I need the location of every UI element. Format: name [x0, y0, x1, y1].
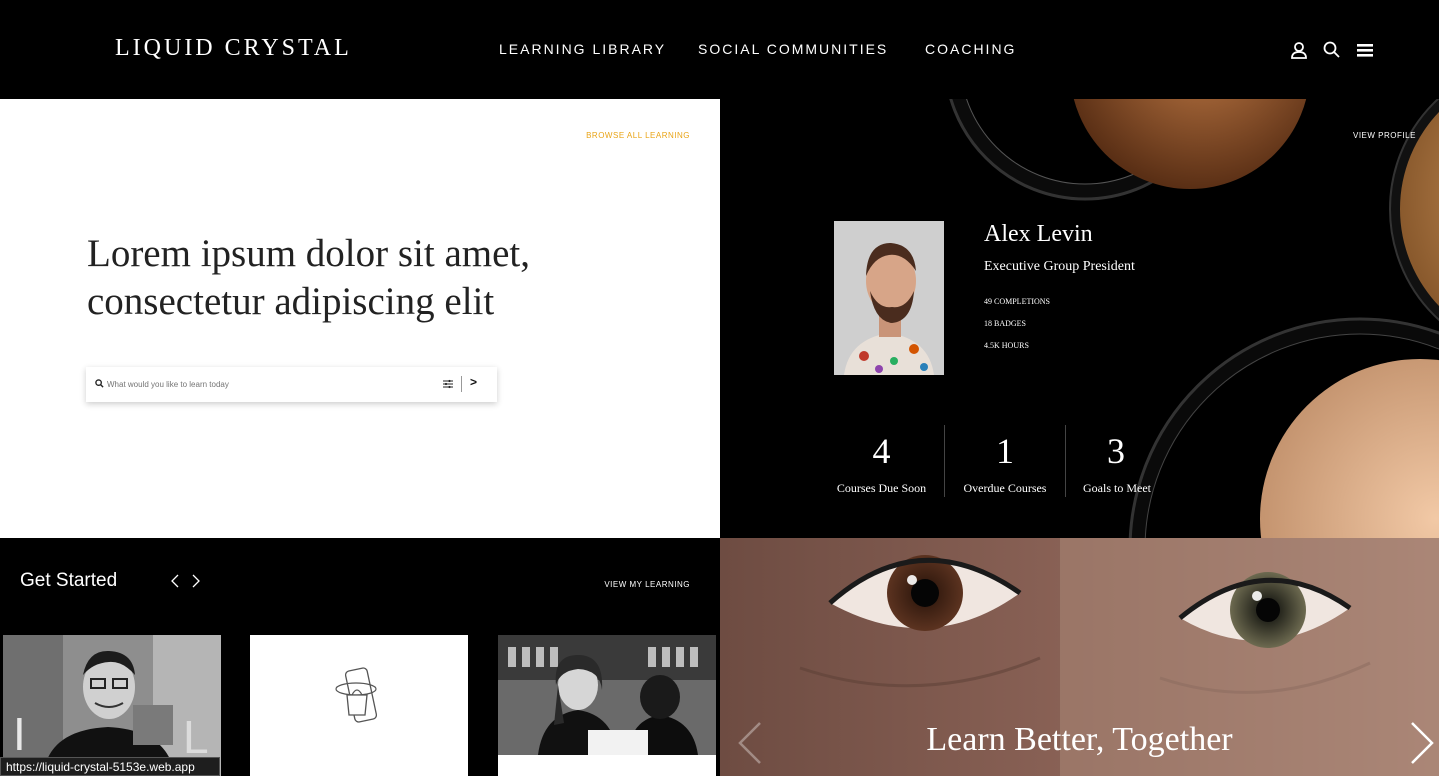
top-navigation: LIQUID CRYSTAL LEARNING LIBRARY SOCIAL C…	[0, 0, 1439, 99]
stat-overdue-value: 1	[996, 431, 1014, 471]
stat-courses-due-label: Courses Due Soon	[836, 481, 927, 495]
stat-overdue-label: Overdue Courses	[963, 481, 1047, 495]
profile-title: Executive Group President	[984, 259, 1135, 274]
banner-title: Learn Better, Together	[926, 721, 1233, 758]
profile-name: Alex Levin	[984, 221, 1093, 247]
stat-divider	[944, 425, 945, 497]
nav-learning-library[interactable]: LEARNING LIBRARY	[499, 41, 666, 57]
headline-line-1: Lorem ipsum dolor sit amet,	[87, 232, 531, 275]
card-photo	[498, 635, 716, 755]
profile-badges: 18 BADGES	[984, 319, 1027, 328]
banner-section: Learn Better, Together	[720, 538, 1439, 776]
search-submit-button[interactable]: >	[470, 375, 477, 389]
stat-divider	[1065, 425, 1066, 497]
svg-text:I: I	[13, 708, 26, 760]
profile-panel	[720, 99, 1439, 538]
hero-headline: Lorem ipsum dolor sit amet, consectetur …	[87, 230, 647, 326]
view-profile-link[interactable]: VIEW PROFILE	[1353, 131, 1416, 140]
user-icon[interactable]	[1289, 40, 1309, 60]
profile-completions: 49 COMPLETIONS	[984, 297, 1051, 306]
learning-card-1[interactable]: I L	[3, 635, 221, 776]
headline-line-2: consectetur adipiscing elit	[87, 280, 495, 323]
view-my-learning-link[interactable]: VIEW MY LEARNING	[0, 580, 690, 589]
phone-shopping-icon	[335, 667, 378, 723]
menu-icon[interactable]	[1355, 40, 1375, 60]
learning-card-2[interactable]	[250, 635, 468, 776]
nav-coaching[interactable]: COACHING	[925, 41, 1016, 57]
profile-hours: 4.5K HOURS	[984, 341, 1029, 350]
background-compacts-image	[949, 99, 1439, 538]
status-bar-url: https://liquid-crystal-5153e.web.app	[0, 757, 220, 776]
search-input[interactable]	[107, 376, 427, 393]
avatar	[834, 221, 944, 375]
browse-all-learning-link[interactable]: BROWSE ALL LEARNING	[0, 131, 690, 140]
svg-text:L: L	[183, 711, 209, 763]
nav-social-communities[interactable]: SOCIAL COMMUNITIES	[698, 41, 888, 57]
stat-courses-due-value: 4	[872, 431, 891, 471]
search-icon	[95, 379, 104, 388]
search-box: >	[86, 367, 497, 402]
stat-goals-value: 3	[1107, 431, 1125, 471]
logo[interactable]: LIQUID CRYSTAL	[115, 35, 352, 62]
search-divider	[461, 376, 462, 392]
stat-goals-label: Goals to Meet	[1083, 481, 1151, 495]
filter-icon[interactable]	[443, 379, 453, 389]
learning-card-3[interactable]	[498, 635, 716, 776]
card-photo: I L	[3, 635, 221, 776]
search-icon[interactable]	[1322, 40, 1342, 60]
